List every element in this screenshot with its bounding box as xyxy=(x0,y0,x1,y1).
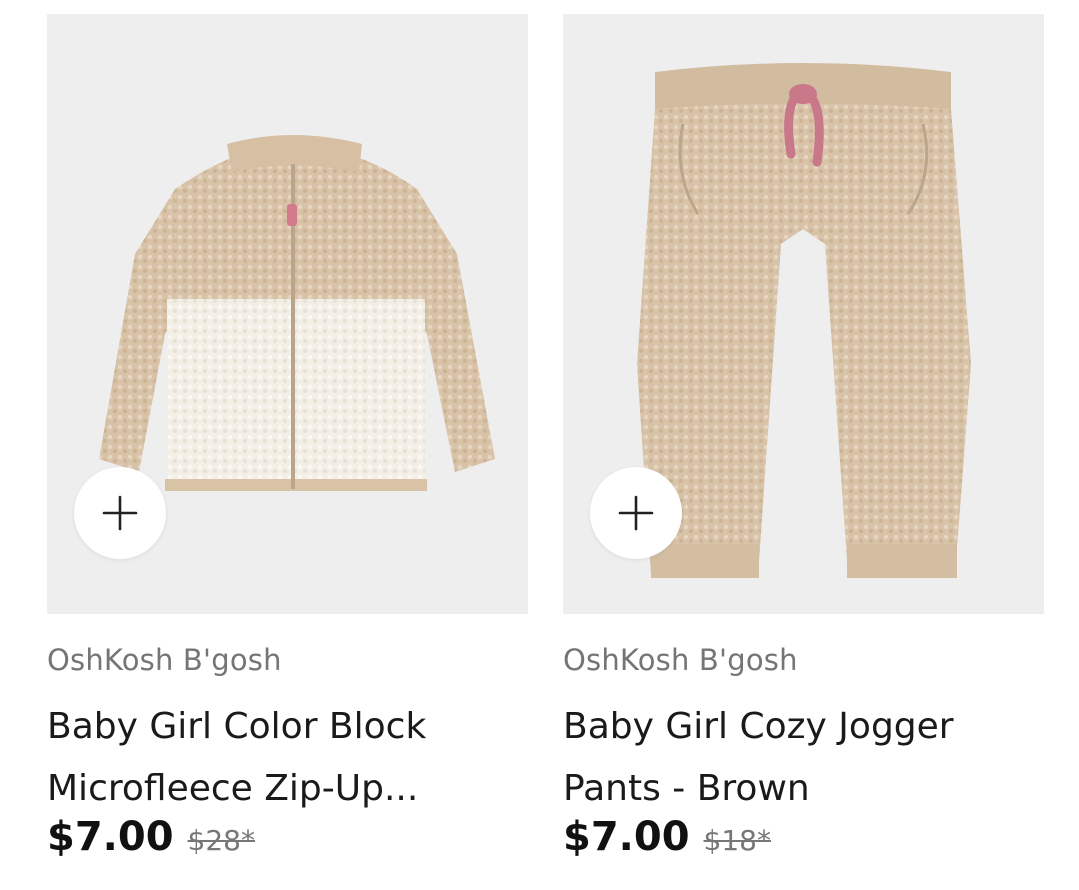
add-to-cart-button[interactable] xyxy=(590,467,682,559)
sale-price: $7.00 xyxy=(47,814,174,860)
plus-icon xyxy=(102,495,138,531)
price-row: $7.00 $28* xyxy=(47,814,528,860)
price-row: $7.00 $18* xyxy=(563,814,1044,860)
product-brand: OshKosh B'gosh xyxy=(47,643,282,677)
product-image-container[interactable] xyxy=(563,14,1044,614)
product-card[interactable]: OshKosh B'gosh Baby Girl Color Block Mic… xyxy=(47,14,528,860)
product-title[interactable]: Baby Girl Color Block Microfleece Zip-Up… xyxy=(47,696,528,820)
product-title-line: Baby Girl Cozy Jogger xyxy=(563,706,954,747)
product-title[interactable]: Baby Girl Cozy Jogger Pants - Brown xyxy=(563,696,1044,820)
original-price: $28* xyxy=(187,824,255,857)
product-title-line: Microfleece Zip-Up... xyxy=(47,768,419,809)
original-price: $18* xyxy=(703,824,771,857)
product-card[interactable]: OshKosh B'gosh Baby Girl Cozy Jogger Pan… xyxy=(563,14,1044,860)
add-to-cart-button[interactable] xyxy=(74,467,166,559)
sale-price: $7.00 xyxy=(563,814,690,860)
product-title-line: Pants - Brown xyxy=(563,768,810,809)
product-brand: OshKosh B'gosh xyxy=(563,643,798,677)
product-image-container[interactable] xyxy=(47,14,528,614)
product-title-line: Baby Girl Color Block xyxy=(47,706,427,747)
plus-icon xyxy=(618,495,654,531)
product-grid: OshKosh B'gosh Baby Girl Color Block Mic… xyxy=(0,0,1079,890)
